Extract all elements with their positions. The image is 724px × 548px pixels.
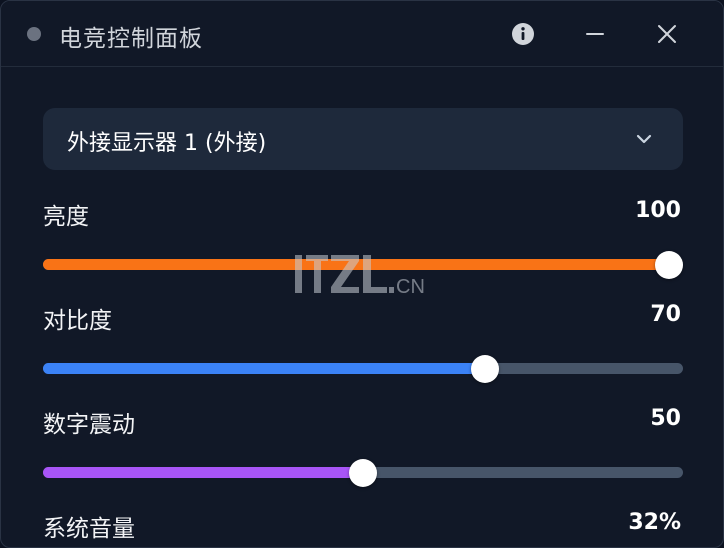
svg-text:CN: CN bbox=[396, 276, 425, 298]
digital-vibrance-slider-fill bbox=[43, 467, 363, 478]
chevron-down-icon bbox=[636, 134, 652, 144]
digital-vibrance-value: 50 bbox=[650, 406, 681, 431]
contrast-slider-fill bbox=[43, 363, 486, 374]
control-panel-window: 电竞控制面板 外接显示器 1 (外接) 亮度 100 对比度 70 数字震动 5… bbox=[0, 0, 724, 548]
close-icon bbox=[658, 25, 676, 43]
brightness-label: 亮度 bbox=[43, 204, 89, 230]
display-selector-dropdown[interactable]: 外接显示器 1 (外接) bbox=[43, 108, 683, 170]
status-dot-icon bbox=[27, 27, 41, 41]
display-selector-value: 外接显示器 1 (外接) bbox=[67, 131, 267, 156]
contrast-label: 对比度 bbox=[43, 308, 112, 334]
info-icon bbox=[512, 23, 534, 45]
title-bar: 电竞控制面板 bbox=[1, 1, 723, 67]
contrast-value: 70 bbox=[650, 302, 681, 327]
info-button[interactable] bbox=[508, 19, 538, 49]
close-button[interactable] bbox=[652, 19, 682, 49]
watermark-logo: CN bbox=[295, 255, 425, 298]
contrast-slider-thumb[interactable] bbox=[471, 355, 500, 383]
system-volume-value: 32% bbox=[628, 510, 681, 535]
digital-vibrance-label: 数字震动 bbox=[43, 412, 135, 438]
minimize-button[interactable] bbox=[580, 19, 610, 49]
system-volume-label: 系统音量 bbox=[43, 516, 135, 542]
brightness-value: 100 bbox=[635, 198, 681, 223]
digital-vibrance-slider-thumb[interactable] bbox=[349, 459, 377, 487]
contrast-slider[interactable] bbox=[43, 355, 683, 383]
window-title: 电竞控制面板 bbox=[59, 26, 203, 52]
brightness-slider-thumb[interactable] bbox=[655, 251, 683, 279]
minimize-icon bbox=[586, 33, 604, 35]
digital-vibrance-slider[interactable] bbox=[43, 459, 683, 487]
